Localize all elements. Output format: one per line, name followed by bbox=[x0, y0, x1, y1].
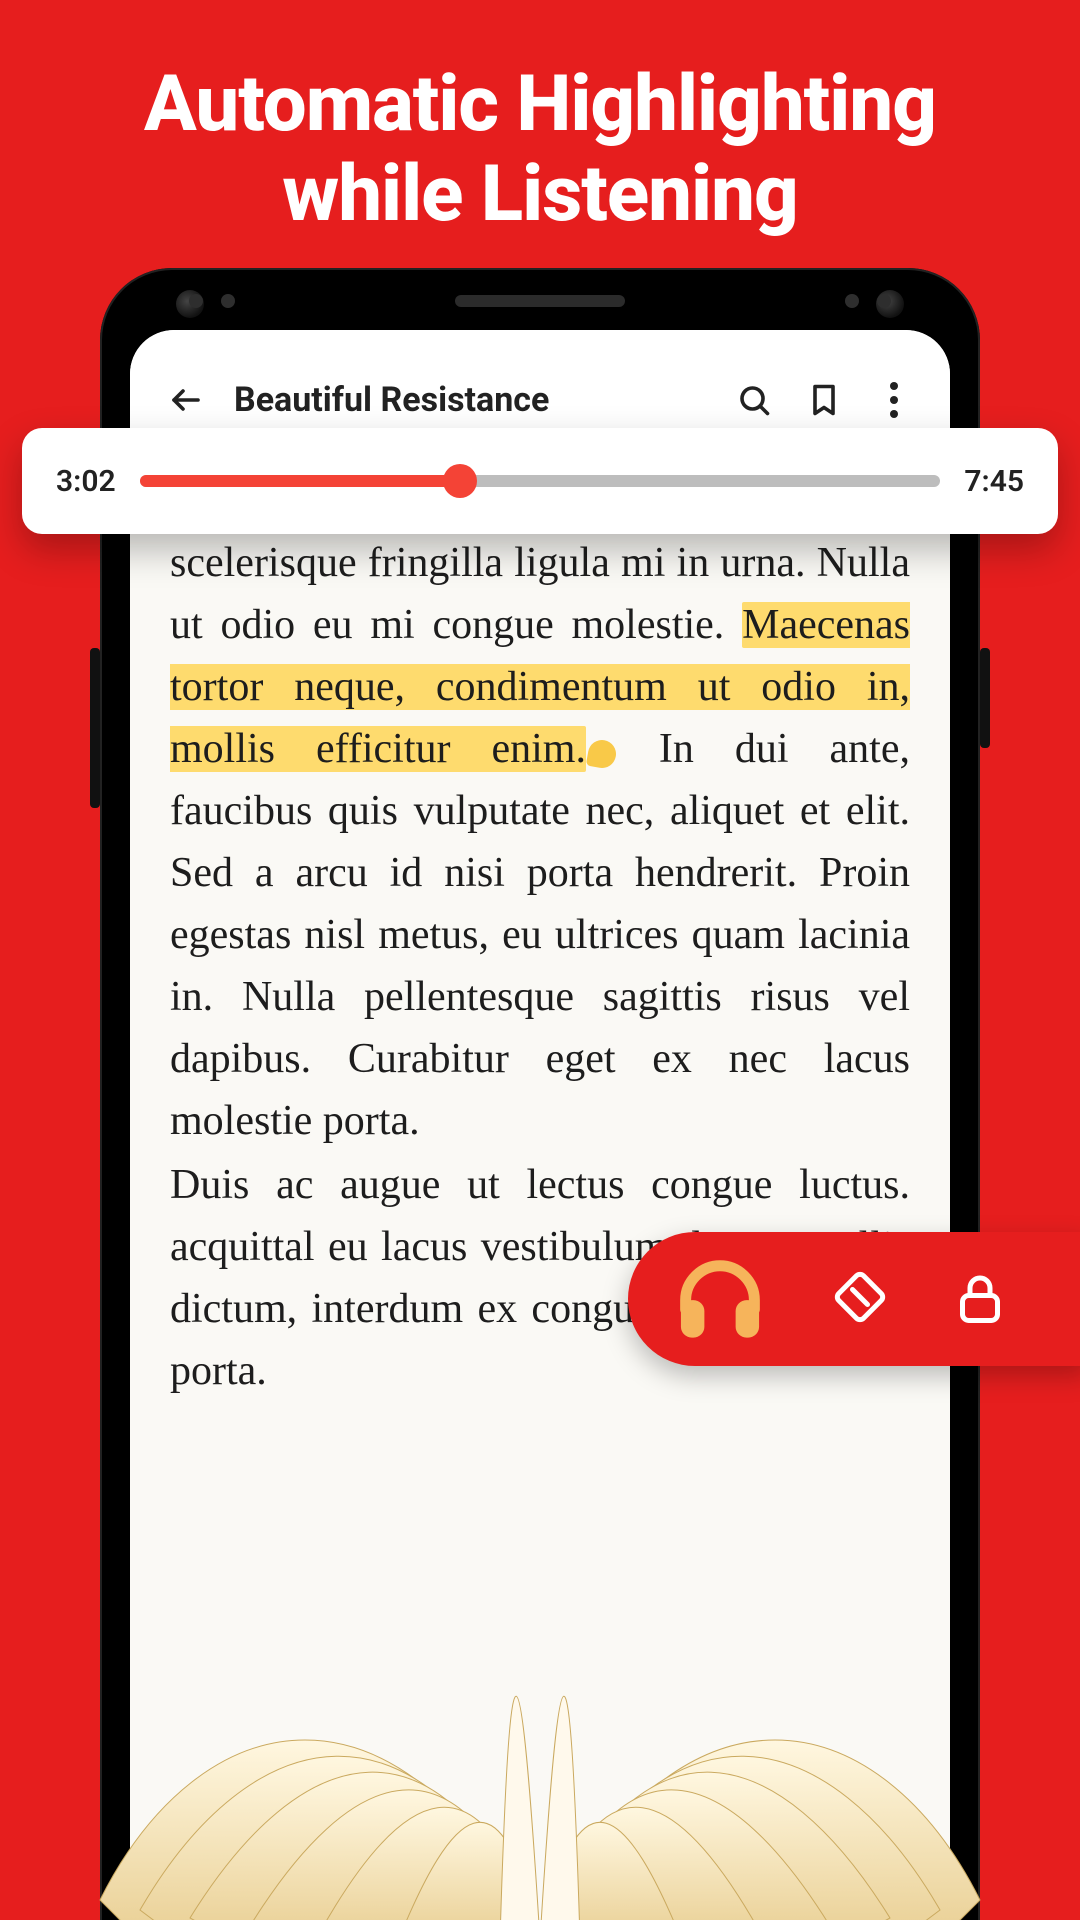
lock-icon[interactable] bbox=[950, 1268, 1010, 1332]
total-time: 7:45 bbox=[964, 464, 1024, 499]
headphones-icon[interactable] bbox=[670, 1247, 770, 1351]
app-screen: Beautiful Resistance eleifend porttitor,… bbox=[130, 330, 950, 1920]
highlight-cursor-icon bbox=[586, 738, 618, 770]
search-icon[interactable] bbox=[732, 378, 776, 422]
headline-line2: while Listening bbox=[282, 149, 797, 240]
headline-line1: Automatic Highlighting bbox=[144, 59, 936, 150]
rotate-icon[interactable] bbox=[830, 1267, 890, 1331]
elapsed-time: 3:02 bbox=[56, 464, 116, 499]
playback-progress: 3:02 7:45 bbox=[22, 428, 1058, 534]
progress-fill bbox=[140, 475, 460, 487]
progress-thumb[interactable] bbox=[443, 464, 477, 498]
bookmark-icon[interactable] bbox=[802, 378, 846, 422]
more-icon[interactable] bbox=[872, 378, 916, 422]
audio-toolbar bbox=[628, 1232, 1080, 1366]
back-icon[interactable] bbox=[164, 378, 208, 422]
marketing-headline: Automatic Highlighting while Listening bbox=[0, 0, 1080, 239]
paragraph-1: eleifend porttitor, orci est vehicula ve… bbox=[170, 470, 910, 1152]
reader-content[interactable]: eleifend porttitor, orci est vehicula ve… bbox=[130, 470, 950, 1920]
progress-track[interactable] bbox=[140, 475, 941, 487]
book-title: Beautiful Resistance bbox=[234, 380, 706, 420]
